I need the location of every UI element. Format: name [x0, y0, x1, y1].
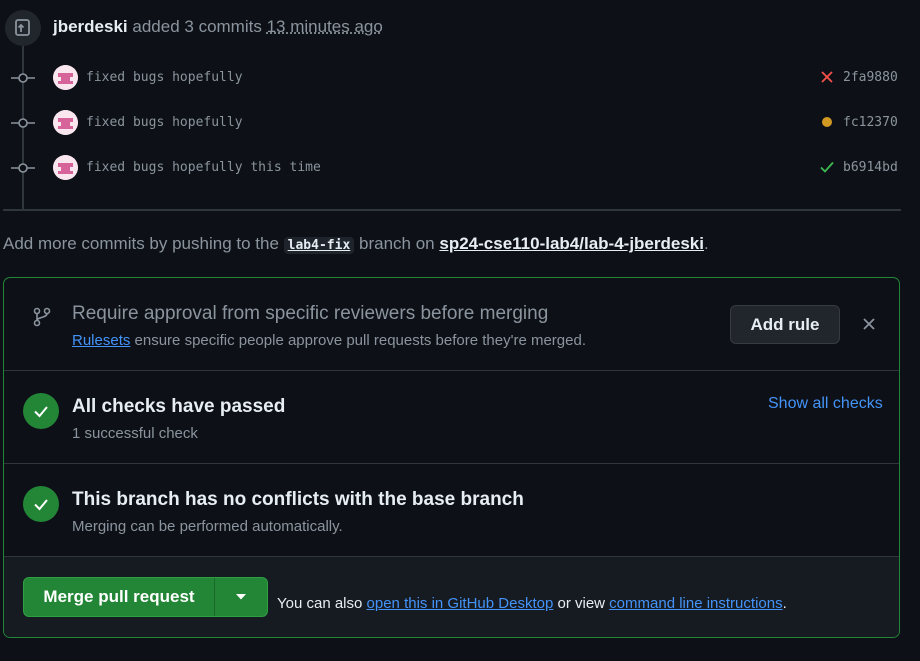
rule-prompt-text: ensure specific people approve pull requ…: [134, 332, 586, 349]
failure-x-icon[interactable]: [819, 69, 835, 85]
repo-link[interactable]: sp24-cse110-lab4/lab-4-jberdeski: [439, 234, 704, 253]
commit-message[interactable]: fixed bugs hopefully: [86, 115, 243, 130]
push-note-middle: branch on: [359, 234, 435, 253]
rule-prompt-section: Require approval from specific reviewers…: [4, 278, 899, 371]
commit-sha[interactable]: fc12370: [843, 115, 898, 130]
command-line-link[interactable]: command line instructions: [609, 595, 782, 612]
commit-row: fixed bugs hopefully 2fa9880: [0, 60, 910, 96]
commit-row: fixed bugs hopefully this time b6914bd: [0, 150, 910, 186]
push-note: Add more commits by pushing to the lab4-…: [3, 234, 709, 254]
merge-box: Require approval from specific reviewers…: [3, 277, 900, 638]
conflicts-section: This branch has no conflicts with the ba…: [4, 464, 899, 557]
event-action: added 3 commits: [132, 17, 262, 36]
chevron-down-icon: [236, 594, 246, 600]
checks-title: All checks have passed: [72, 396, 286, 417]
divider: [3, 209, 901, 211]
rulesets-link[interactable]: Rulesets: [72, 332, 130, 349]
commit-node-icon: [11, 73, 35, 83]
rule-prompt-title: Require approval from specific reviewers…: [72, 303, 549, 324]
merge-note-suffix: .: [782, 595, 787, 612]
push-event-icon: [5, 10, 41, 46]
checks-section: All checks have passed 1 successful chec…: [4, 371, 899, 464]
commit-message[interactable]: fixed bugs hopefully this time: [86, 160, 321, 175]
branch-name[interactable]: lab4-fix: [283, 237, 355, 254]
conflicts-title: This branch has no conflicts with the ba…: [72, 489, 524, 510]
commit-node-icon: [11, 118, 35, 128]
commit-sha[interactable]: 2fa9880: [843, 70, 898, 85]
checks-subtitle: 1 successful check: [72, 425, 198, 442]
check-circle-icon: [23, 393, 59, 429]
github-desktop-link[interactable]: open this in GitHub Desktop: [367, 595, 554, 612]
merge-note-prefix: You can also: [277, 595, 363, 612]
commit-message[interactable]: fixed bugs hopefully: [86, 70, 243, 85]
commit-sha[interactable]: b6914bd: [843, 160, 898, 175]
conflicts-subtitle: Merging can be performed automatically.: [72, 518, 343, 535]
push-note-prefix: Add more commits by pushing to the: [3, 234, 279, 253]
success-check-icon[interactable]: [819, 159, 835, 175]
event-header: jberdeski added 3 commits 13 minutes ago: [53, 17, 383, 37]
add-rule-button[interactable]: Add rule: [730, 305, 840, 344]
avatar[interactable]: [53, 155, 78, 180]
check-circle-icon: [23, 486, 59, 522]
pending-dot-icon[interactable]: [819, 114, 835, 130]
push-note-suffix: .: [703, 234, 709, 253]
show-all-checks-link[interactable]: Show all checks: [768, 395, 883, 413]
event-time[interactable]: 13 minutes ago: [267, 17, 383, 36]
commit-node-icon: [11, 163, 35, 173]
commit-row: fixed bugs hopefully fc12370: [0, 105, 910, 141]
author-link[interactable]: jberdeski: [53, 17, 128, 36]
merge-options-dropdown[interactable]: [215, 578, 267, 616]
avatar[interactable]: [53, 65, 78, 90]
git-branch-icon: [33, 307, 51, 327]
merge-button-group: Merge pull request: [23, 577, 268, 617]
merge-section: Merge pull request You can also open thi…: [4, 557, 899, 637]
merge-note: You can also open this in GitHub Desktop…: [277, 595, 787, 612]
close-icon[interactable]: [861, 316, 877, 332]
avatar[interactable]: [53, 110, 78, 135]
merge-pull-request-button[interactable]: Merge pull request: [24, 578, 215, 616]
rule-prompt-subtitle: Rulesets ensure specific people approve …: [72, 332, 586, 349]
merge-note-middle: or view: [557, 595, 605, 612]
